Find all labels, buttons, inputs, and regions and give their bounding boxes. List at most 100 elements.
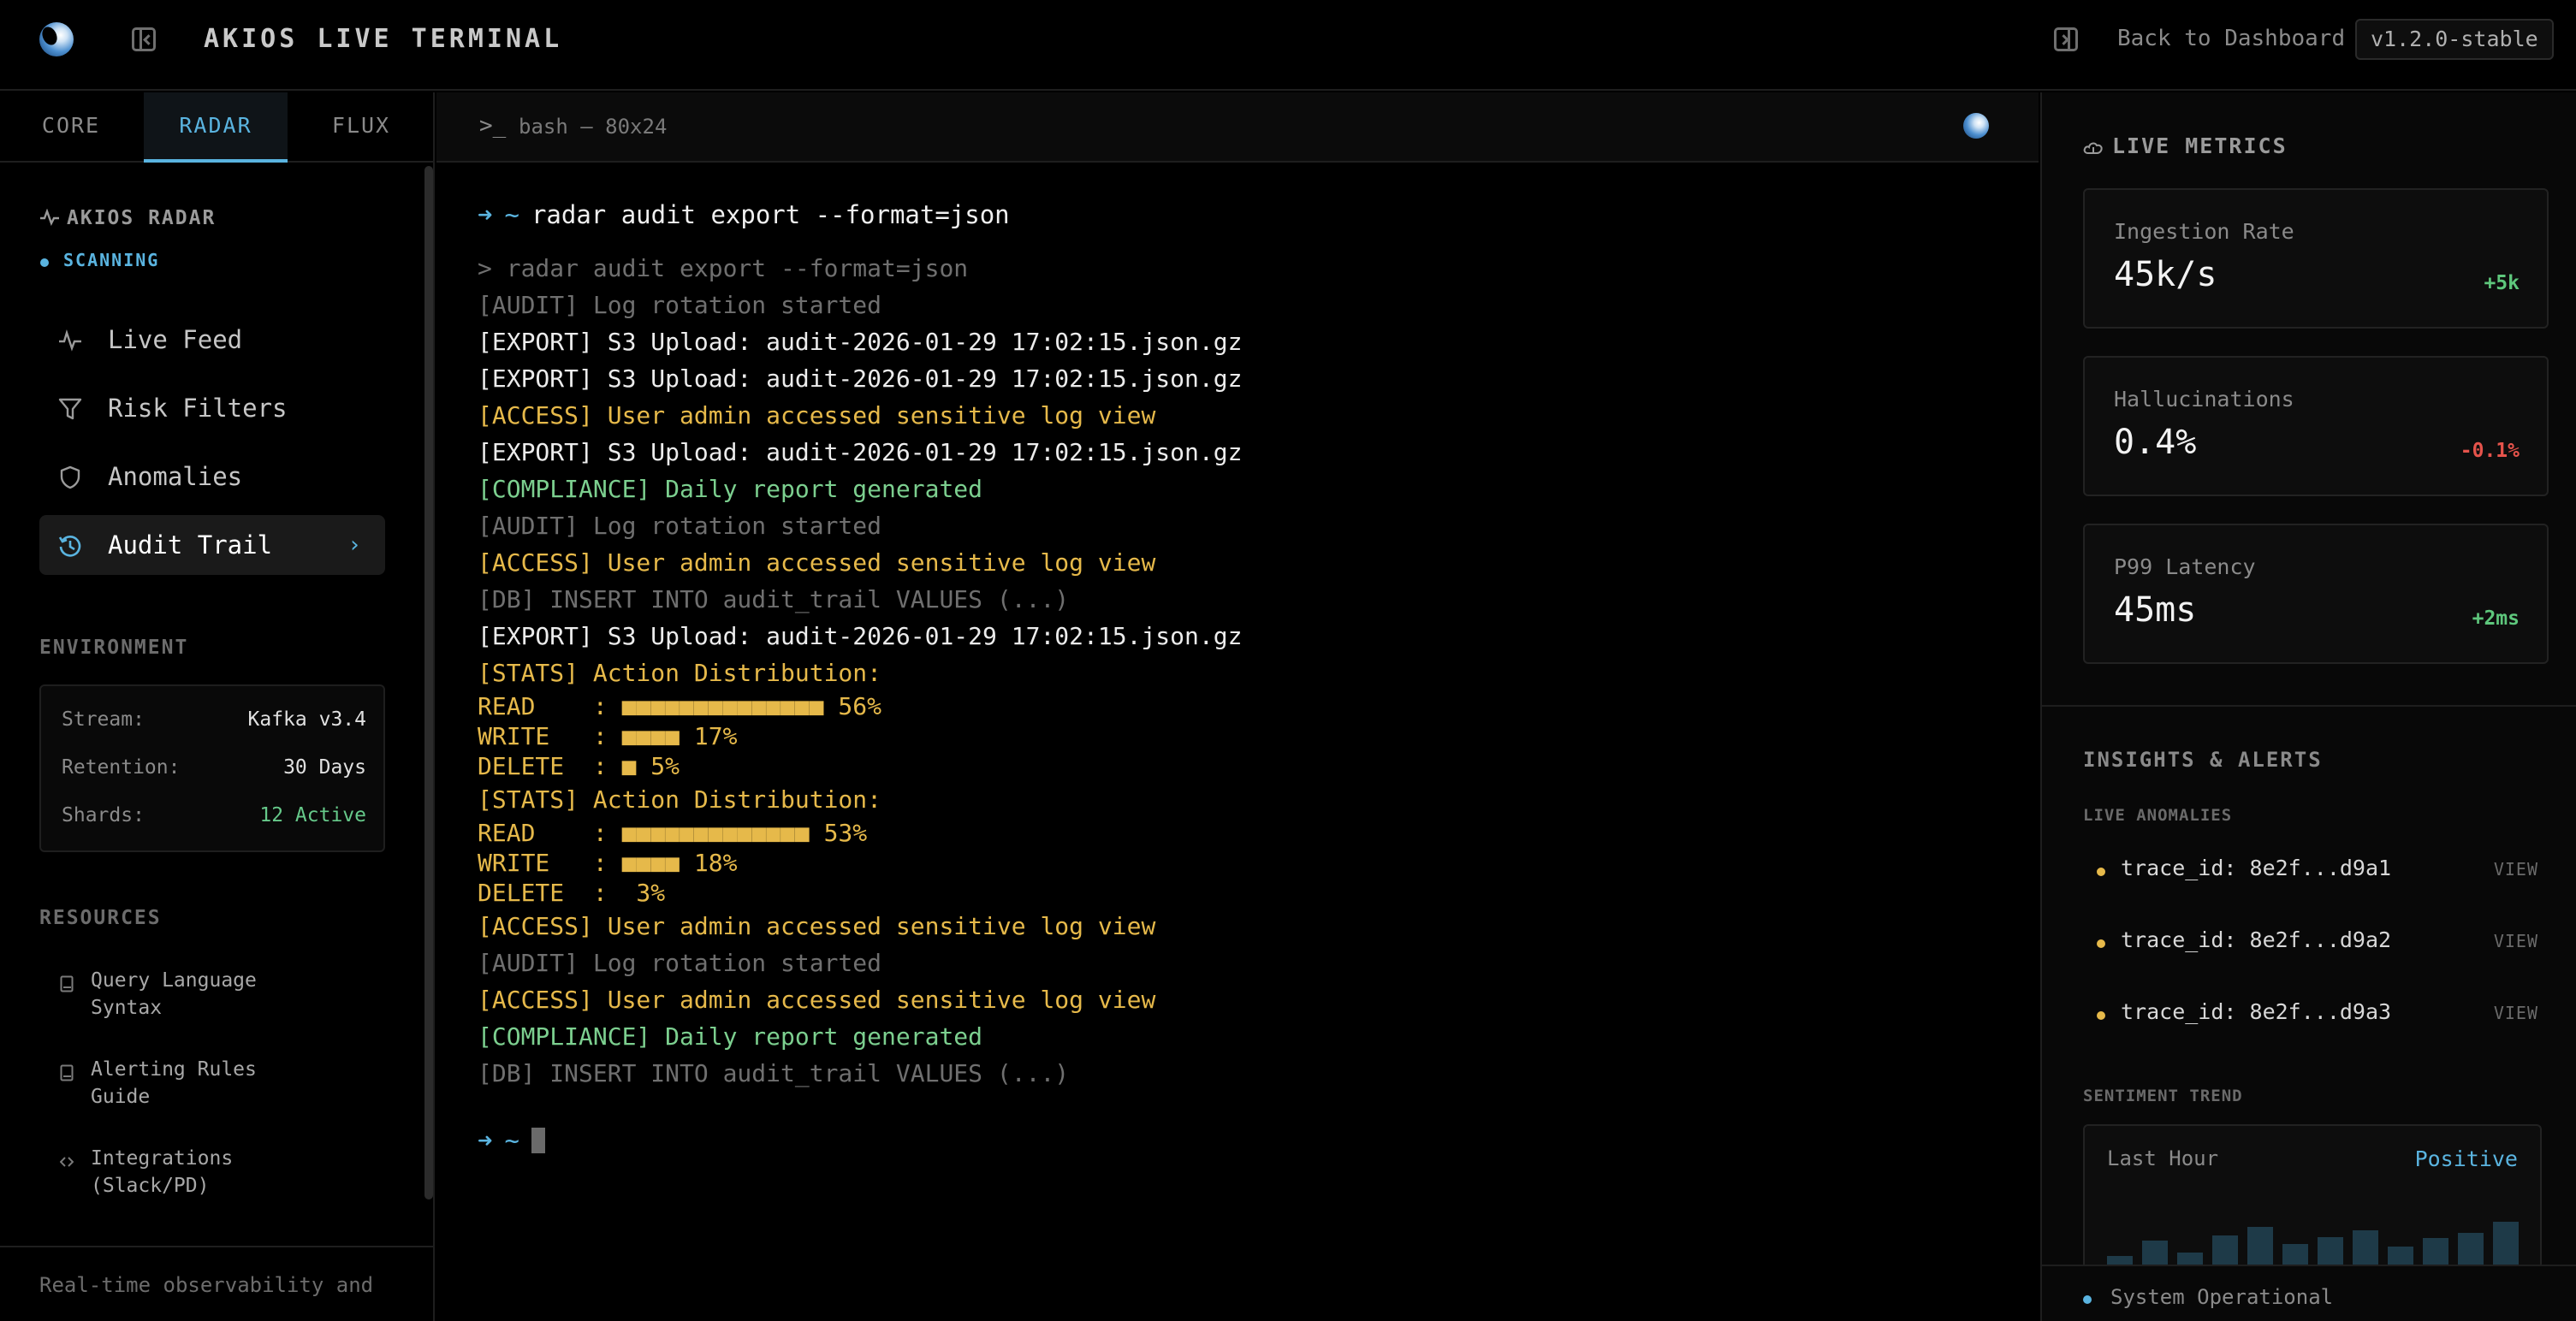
view-anomaly-button[interactable]: VIEW	[2494, 1003, 2538, 1023]
filter-icon	[58, 398, 82, 420]
log-line: [STATS] Action Distribution:	[478, 785, 882, 814]
left-sidebar: CORE RADAR FLUX AKIOS RADAR SCANNING Liv…	[0, 92, 435, 1321]
metric-value: 0.4%	[2114, 423, 2197, 462]
metric-delta: +2ms	[2472, 607, 2520, 630]
chevron-right-icon: ›	[347, 532, 361, 558]
env-key: Retention:	[62, 756, 181, 779]
anomaly-trace-id: trace_id: 8e2f...d9a1	[2121, 856, 2392, 880]
environment-card: Stream: Kafka v3.4 Retention: 30 Days Sh…	[39, 684, 385, 852]
nav-anomalies[interactable]: Anomalies	[39, 447, 385, 506]
akios-logo-icon[interactable]	[39, 22, 74, 56]
terminal-title: bash — 80x24	[519, 115, 668, 139]
env-key: Shards:	[62, 804, 145, 826]
insights-title: INSIGHTS & ALERTS	[2083, 748, 2323, 772]
warning-dot-icon	[2097, 868, 2105, 876]
sentiment-period: Last Hour	[2107, 1146, 2219, 1170]
anomaly-trace-id: trace_id: 8e2f...d9a2	[2121, 927, 2392, 952]
prompt-dir: ~	[504, 1126, 519, 1155]
sentiment-bars	[2107, 1194, 2521, 1273]
metric-value: 45k/s	[2114, 255, 2217, 294]
nav-audit-trail[interactable]: Audit Trail ›	[39, 515, 385, 575]
scanning-status-dot	[40, 258, 49, 267]
log-line: [EXPORT] S3 Upload: audit-2026-01-29 17:…	[478, 438, 1243, 466]
terminal-titlebar: >_ bash — 80x24	[436, 92, 2039, 163]
live-metrics-header: LIVE METRICS	[2083, 133, 2288, 158]
anomaly-row[interactable]: trace_id: 8e2f...d9a2 VIEW	[2097, 927, 2538, 962]
back-to-dashboard-link[interactable]: Back to Dashboard	[2117, 26, 2345, 51]
log-line: [EXPORT] S3 Upload: audit-2026-01-29 17:…	[478, 364, 1243, 393]
nav-label: Audit Trail	[108, 530, 273, 560]
live-metrics-title: LIVE METRICS	[2112, 133, 2288, 158]
metric-label: Ingestion Rate	[2114, 219, 2294, 244]
log-line: [DB] INSERT INTO audit_trail VALUES (...…	[478, 585, 1070, 613]
terminal-prompt-icon: >_	[479, 113, 507, 139]
log-line: [COMPLIANCE] Daily report generated	[478, 475, 983, 503]
env-value: 30 Days	[283, 756, 366, 779]
view-anomaly-button[interactable]: VIEW	[2494, 931, 2538, 951]
toggle-panel-icon[interactable]	[2054, 27, 2078, 51]
sidebar-footer-text: Real-time observability and	[39, 1273, 374, 1297]
sidebar-footer: Real-time observability and	[0, 1246, 433, 1321]
history-icon	[58, 536, 81, 557]
sidebar-scrollbar[interactable]	[424, 166, 433, 1200]
nav-label: Anomalies	[108, 462, 243, 491]
log-line: [ACCESS] User admin accessed sensitive l…	[478, 986, 1156, 1014]
metric-delta: -0.1%	[2460, 440, 2520, 462]
panel-divider	[2042, 705, 2576, 707]
log-stat-line: READ : ■■■■■■■■■■■■■ 53%	[478, 819, 868, 847]
sentiment-card: Last Hour Positive	[2083, 1124, 2542, 1275]
input-prompt-line[interactable]: ➜ ~	[478, 1126, 2018, 1176]
log-line: [COMPLIANCE] Daily report generated	[478, 1022, 983, 1051]
tab-core[interactable]: CORE	[0, 92, 142, 163]
metric-card-hallucinations: Hallucinations 0.4% -0.1%	[2083, 356, 2549, 496]
sentiment-trend-title: SENTIMENT TREND	[2083, 1087, 2243, 1105]
collapse-sidebar-icon[interactable]	[132, 27, 156, 51]
cloud-icon	[2083, 142, 2103, 154]
status-footer: System Operational	[2042, 1265, 2576, 1321]
nav-risk-filters[interactable]: Risk Filters	[39, 378, 385, 438]
version-badge: v1.2.0-stable	[2355, 19, 2554, 60]
env-key: Stream:	[62, 708, 145, 731]
log-line: [AUDIT] Log rotation started	[478, 512, 882, 540]
live-anomalies-title: LIVE ANOMALIES	[2083, 806, 2233, 825]
metric-card-ingestion: Ingestion Rate 45k/s +5k	[2083, 188, 2549, 329]
tab-radar[interactable]: RADAR	[144, 92, 288, 163]
prompt-arrow: ➜	[478, 200, 493, 229]
environment-title: ENVIRONMENT	[39, 637, 189, 659]
anomaly-row[interactable]: trace_id: 8e2f...d9a1 VIEW	[2097, 856, 2538, 890]
globe-icon	[1963, 113, 1989, 139]
log-line: [EXPORT] S3 Upload: audit-2026-01-29 17:…	[478, 328, 1243, 356]
metric-delta: +5k	[2484, 272, 2520, 294]
anomaly-trace-id: trace_id: 8e2f...d9a3	[2121, 999, 2392, 1024]
nav-label: Risk Filters	[108, 394, 288, 423]
shield-icon	[60, 465, 80, 489]
book-icon	[60, 975, 74, 992]
log-lines: > radar audit export --format=json [AUDIT…	[478, 250, 2018, 1092]
pulse-icon	[40, 209, 59, 226]
metric-value: 45ms	[2114, 590, 2197, 630]
log-line: [ACCESS] User admin accessed sensitive l…	[478, 401, 1156, 429]
log-line: [AUDIT] Log rotation started	[478, 949, 882, 977]
log-stat-line: WRITE : ■■■■ 18%	[478, 849, 738, 877]
log-stat-line: DELETE : ■ 5%	[478, 752, 680, 780]
log-line: [AUDIT] Log rotation started	[478, 291, 882, 319]
anomaly-row[interactable]: trace_id: 8e2f...d9a3 VIEW	[2097, 999, 2538, 1034]
resource-label: Query Language Syntax	[91, 969, 257, 1019]
top-bar: AKIOS LIVE TERMINAL Back to Dashboard v1…	[0, 0, 2576, 91]
log-line: [ACCESS] User admin accessed sensitive l…	[478, 548, 1156, 577]
radar-section-header: AKIOS RADAR	[39, 207, 216, 229]
metric-label: Hallucinations	[2114, 387, 2294, 412]
log-line: [STATS] Action Distribution:	[478, 659, 882, 687]
book-icon	[60, 1064, 74, 1081]
scanning-status: SCANNING	[63, 250, 160, 270]
log-line: [DB] INSERT INTO audit_trail VALUES (...…	[478, 1059, 1070, 1087]
command-line: ➜ ~ radar audit export --format=json	[478, 200, 2018, 250]
nav-live-feed[interactable]: Live Feed	[39, 310, 385, 370]
terminal-pane[interactable]: >_ bash — 80x24 ➜ ~ radar audit export --f…	[436, 92, 2039, 1321]
radar-section-title: AKIOS RADAR	[67, 207, 217, 229]
module-tabs: CORE RADAR FLUX	[0, 92, 433, 163]
command-text: radar audit export --format=json	[531, 200, 1010, 229]
tab-flux[interactable]: FLUX	[289, 92, 433, 163]
view-anomaly-button[interactable]: VIEW	[2494, 859, 2538, 880]
status-text: System Operational	[2110, 1285, 2334, 1309]
